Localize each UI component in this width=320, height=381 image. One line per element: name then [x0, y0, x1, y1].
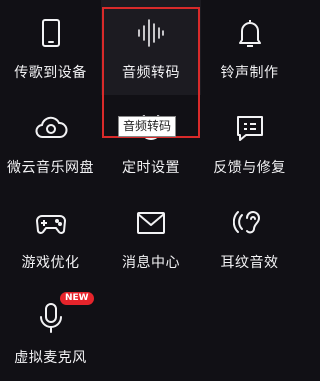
- tool-game-optimize[interactable]: 游戏优化: [0, 190, 101, 285]
- audio-wave-icon: [134, 16, 168, 50]
- tool-weiyun-drive[interactable]: 微云音乐网盘: [0, 95, 101, 190]
- tool-label: 反馈与修复: [213, 160, 286, 176]
- ear-print-icon: [232, 206, 267, 240]
- tool-label: 游戏优化: [21, 255, 80, 271]
- tool-label: 虚拟麦克风: [14, 350, 87, 366]
- tool-label: 微云音乐网盘: [7, 160, 94, 176]
- tool-message-center[interactable]: 消息中心: [101, 190, 201, 285]
- tools-grid: 传歌到设备 音频转码 铃声制作 微云音乐网盘 定时设置 反馈与修复 游戏优化 消…: [0, 0, 298, 380]
- tool-label: 音频转码: [122, 65, 180, 81]
- tool-transfer-songs[interactable]: 传歌到设备: [0, 0, 101, 95]
- tool-label: 消息中心: [122, 255, 180, 271]
- tool-ringtone-maker[interactable]: 铃声制作: [201, 0, 298, 95]
- tool-label: 定时设置: [122, 160, 180, 176]
- tool-audio-transcode[interactable]: 音频转码: [101, 0, 201, 95]
- cloud-icon: [34, 111, 68, 145]
- gamepad-icon: [34, 206, 68, 240]
- tool-ear-print-effect[interactable]: 耳纹音效: [201, 190, 298, 285]
- microphone-icon: [34, 301, 68, 335]
- tooltip: 音频转码: [118, 116, 177, 137]
- tool-label: 耳纹音效: [220, 255, 279, 271]
- envelope-icon: [134, 206, 168, 240]
- bell-icon: [233, 16, 267, 50]
- feedback-chat-icon: [233, 111, 267, 145]
- tool-label: 传歌到设备: [14, 65, 87, 81]
- tool-label: 铃声制作: [220, 65, 279, 81]
- tool-feedback-repair[interactable]: 反馈与修复: [201, 95, 298, 190]
- tool-timer-settings[interactable]: 定时设置: [101, 95, 201, 190]
- phone-icon: [34, 16, 68, 50]
- new-badge: NEW: [60, 292, 94, 305]
